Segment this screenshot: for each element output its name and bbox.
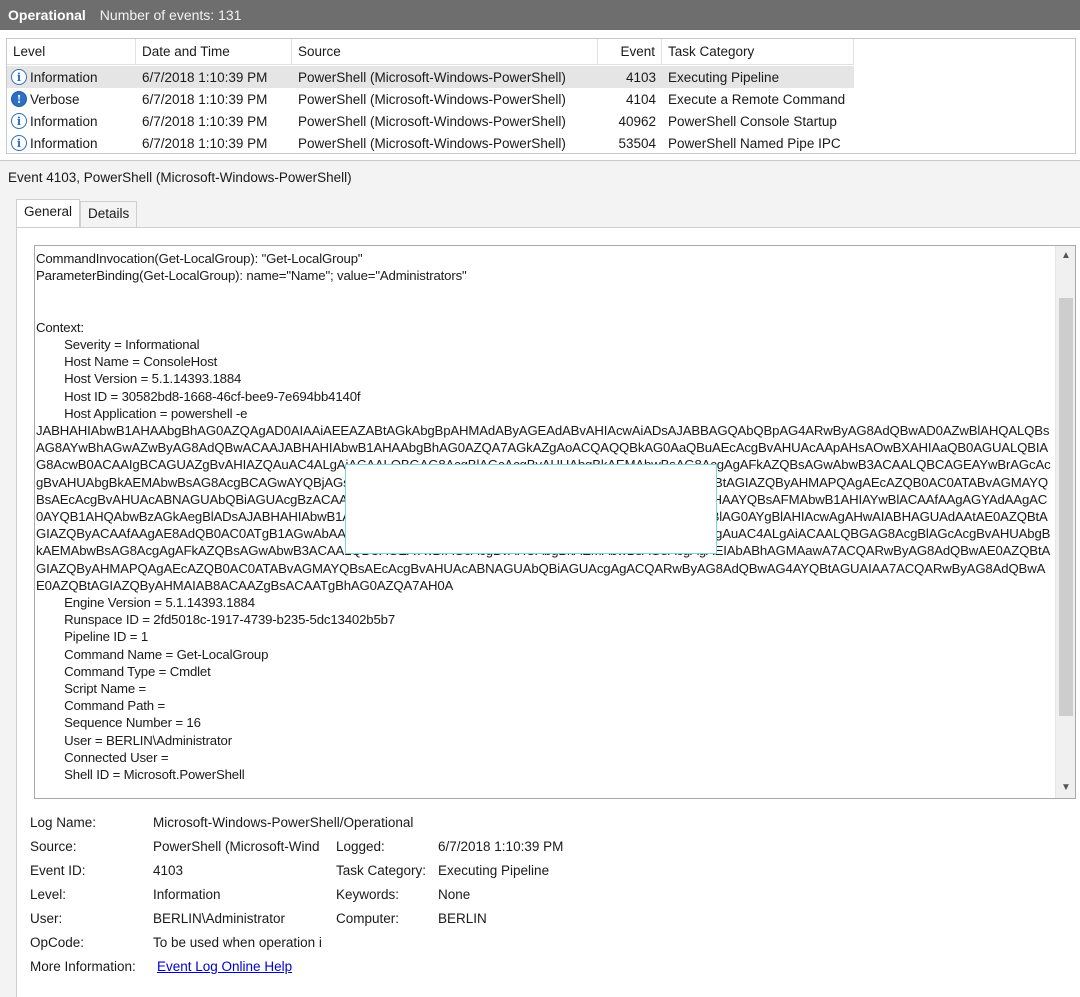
source-value: PowerShell (Microsoft-Wind: [153, 839, 320, 854]
info-icon: i: [11, 135, 27, 151]
row-task-category: PowerShell Console Startup: [668, 113, 837, 129]
info-icon: i: [11, 113, 27, 129]
event-detail-pane: Event 4103, PowerShell (Microsoft-Window…: [0, 160, 1080, 997]
task-category-value: Executing Pipeline: [438, 863, 550, 878]
user-value: BERLIN\Administrator: [153, 911, 286, 926]
logged-label: Logged:: [336, 839, 385, 854]
event-count: Number of events: 131: [99, 7, 242, 23]
column-header-source[interactable]: Source: [292, 39, 598, 65]
row-date: 6/7/2018 1:10:39 PM: [142, 113, 268, 129]
scrollbar-thumb[interactable]: [1059, 298, 1073, 716]
row-source: PowerShell (Microsoft-Windows-PowerShell…: [298, 113, 566, 129]
row-event-id: 53504: [618, 135, 656, 151]
grid-header: Level Date and Time Source Event ID Task…: [7, 39, 854, 85]
table-row[interactable]: ! Verbose 6/7/2018 1:10:39 PM PowerShell …: [7, 88, 854, 110]
column-header-level[interactable]: Level: [7, 39, 136, 65]
redaction-box: [345, 464, 717, 554]
event-id-value: 4103: [153, 863, 184, 878]
scroll-down-arrow-icon[interactable]: ▼: [1056, 779, 1075, 797]
log-name-title: Operational: [8, 7, 86, 23]
table-row[interactable]: i Information 6/7/2018 1:10:39 PM PowerSh…: [7, 66, 854, 88]
row-level: Information: [30, 135, 98, 151]
scroll-up-arrow-icon[interactable]: ▲: [1056, 247, 1075, 265]
vertical-scrollbar[interactable]: ▲ ▼: [1055, 246, 1075, 798]
more-information-label: More Information:: [30, 959, 136, 974]
keywords-value: None: [438, 887, 471, 902]
event-id-label: Event ID:: [30, 863, 86, 878]
task-category-label: Task Category:: [336, 863, 427, 878]
events-grid[interactable]: Level Date and Time Source Event ID Task…: [6, 38, 1076, 154]
event-detail-title: Event 4103, PowerShell (Microsoft-Window…: [8, 170, 352, 185]
keywords-label: Keywords:: [336, 887, 400, 902]
table-row[interactable]: i Information 6/7/2018 1:10:39 PM PowerSh…: [7, 132, 854, 154]
row-level: Information: [30, 113, 98, 129]
row-event-id: 40962: [618, 113, 656, 129]
opcode-value: To be used when operation i: [153, 935, 322, 950]
row-date: 6/7/2018 1:10:39 PM: [142, 91, 268, 107]
row-source: PowerShell (Microsoft-Windows-PowerShell…: [298, 91, 566, 107]
tab-general[interactable]: General: [16, 199, 81, 227]
tab-details[interactable]: Details: [80, 201, 138, 227]
computer-label: Computer:: [336, 911, 400, 926]
row-task-category: Executing Pipeline: [668, 69, 780, 85]
table-row[interactable]: i Information 6/7/2018 1:10:39 PM PowerSh…: [7, 110, 854, 132]
row-source: PowerShell (Microsoft-Windows-PowerShell…: [298, 135, 566, 151]
event-log-online-help-link[interactable]: Event Log Online Help: [157, 959, 292, 974]
computer-value: BERLIN: [438, 911, 487, 926]
event-description-textbox[interactable]: CommandInvocation(Get-LocalGroup): "Get-…: [34, 245, 1076, 799]
info-icon: i: [11, 69, 27, 85]
row-event-id: 4103: [625, 69, 656, 85]
detail-tabs: General Details: [16, 199, 138, 227]
row-source: PowerShell (Microsoft-Windows-PowerShell…: [298, 69, 566, 85]
column-header-event-id[interactable]: Event ID: [598, 39, 662, 85]
log-name-value: Microsoft-Windows-PowerShell/Operational: [153, 815, 414, 830]
row-level: Verbose: [30, 91, 80, 107]
column-header-date[interactable]: Date and Time: [136, 39, 292, 65]
row-date: 6/7/2018 1:10:39 PM: [142, 135, 268, 151]
general-tab-panel: CommandInvocation(Get-LocalGroup): "Get-…: [16, 227, 1080, 997]
row-level: Information: [30, 69, 98, 85]
row-task-category: Execute a Remote Command: [668, 91, 846, 107]
row-date: 6/7/2018 1:10:39 PM: [142, 69, 268, 85]
opcode-label: OpCode:: [30, 935, 85, 950]
column-header-task-category[interactable]: Task Category: [662, 39, 854, 65]
level-label: Level:: [30, 887, 67, 902]
log-name-label: Log Name:: [30, 815, 97, 830]
user-label: User:: [30, 911, 63, 926]
log-title-bar: Operational Number of events: 131: [0, 0, 1080, 30]
row-task-category: PowerShell Named Pipe IPC: [668, 135, 841, 151]
logged-value: 6/7/2018 1:10:39 PM: [438, 839, 564, 854]
source-label: Source:: [30, 839, 77, 854]
level-value: Information: [153, 887, 221, 902]
verbose-icon: !: [11, 91, 27, 107]
row-event-id: 4104: [625, 91, 656, 107]
